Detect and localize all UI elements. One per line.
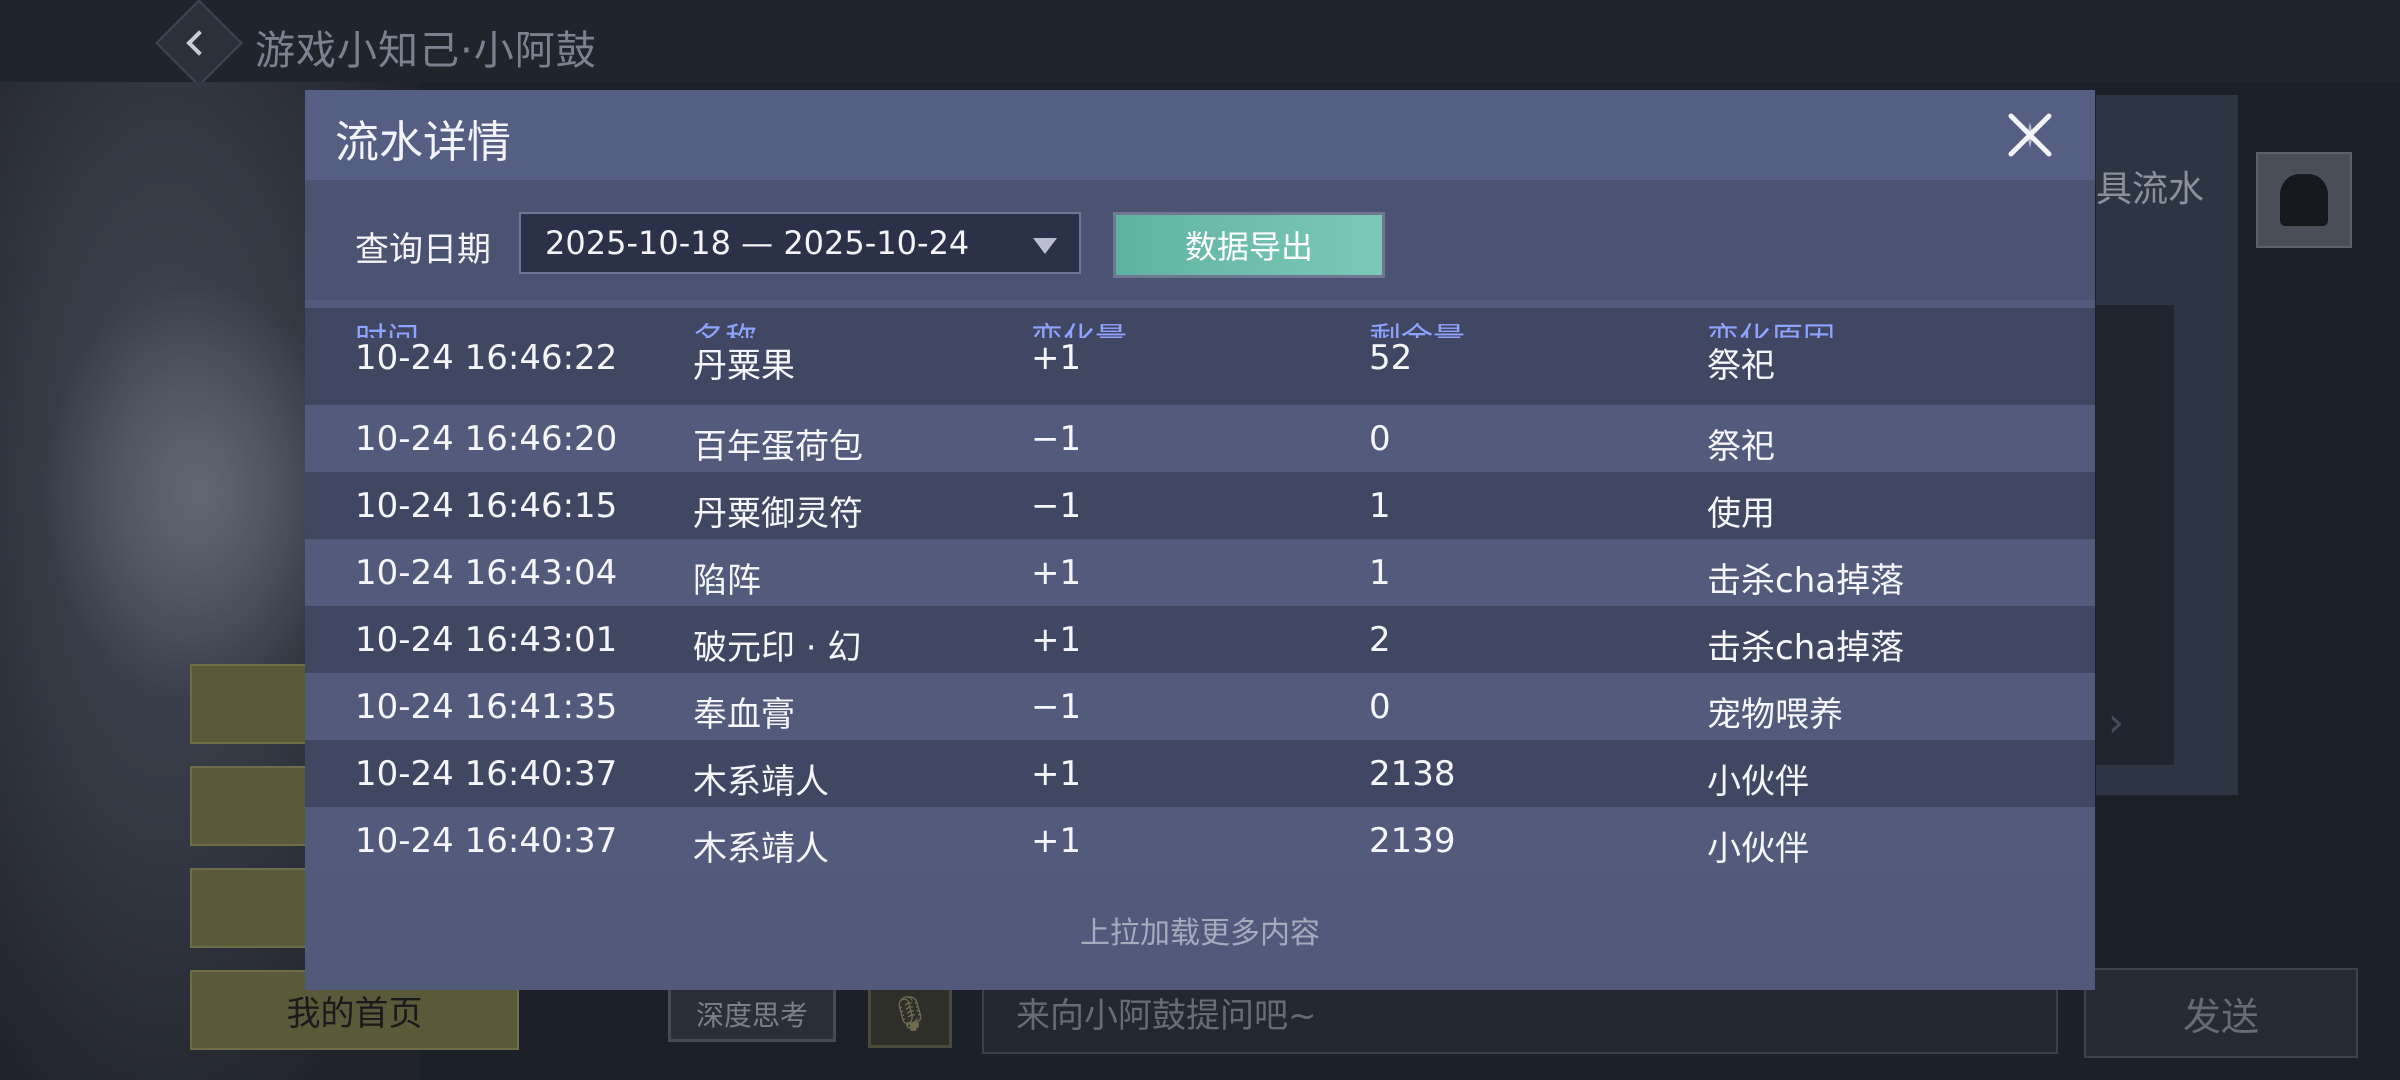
- deep-think-button[interactable]: 深度思考: [668, 986, 836, 1042]
- table-row: 10-24 16:46:20 百年蛋荷包 −1 0 祭祀: [305, 405, 2095, 472]
- table-row: 10-24 16:40:37 木系靖人 +1 2138 小伙伴: [305, 740, 2095, 807]
- modal-header: [305, 90, 2095, 180]
- table-row: 10-24 16:46:22 丹粟果 +1 52 祭祀: [305, 338, 2095, 405]
- right-panel-content: [2096, 305, 2174, 765]
- flow-detail-modal: 流水详情 查询日期 2025-10-18 — 2025-10-24 数据导出 时…: [305, 90, 2095, 990]
- tab-item-flow[interactable]: 具流水: [2096, 160, 2204, 212]
- dropdown-arrow-icon: [1033, 238, 1057, 254]
- table-row: 10-24 16:41:35 奉血膏 −1 0 宠物喂养: [305, 673, 2095, 740]
- microphone-button[interactable]: 🎙: [868, 980, 952, 1048]
- close-button[interactable]: [2005, 110, 2055, 160]
- date-label: 查询日期: [355, 230, 491, 270]
- flow-table: 时间 名称 变化量 剩余量 变化原因 10-24 16:46:22 丹粟果 +1…: [305, 308, 2095, 873]
- send-button[interactable]: 发送: [2084, 968, 2358, 1058]
- date-range-value: 2025-10-18 — 2025-10-24: [545, 224, 970, 262]
- app-title: 游戏小知己·小阿鼓: [255, 28, 597, 74]
- table-row: 10-24 16:46:15 丹粟御灵符 −1 1 使用: [305, 472, 2095, 539]
- table-row: 10-24 16:43:01 破元印 · 幻 +1 2 击杀cha掉落: [305, 606, 2095, 673]
- close-icon: [2008, 113, 2052, 157]
- avatar[interactable]: [2256, 152, 2352, 248]
- table-row: 10-24 16:40:37 木系靖人 +1 2139 小伙伴: [305, 807, 2095, 873]
- export-data-button[interactable]: 数据导出: [1113, 212, 1385, 278]
- chevron-right-icon[interactable]: ›: [2108, 700, 2124, 746]
- load-more-hint[interactable]: 上拉加载更多内容: [305, 908, 2095, 952]
- chevron-left-icon: [186, 30, 212, 56]
- date-range-select[interactable]: 2025-10-18 — 2025-10-24: [519, 212, 1081, 274]
- modal-title: 流水详情: [335, 117, 511, 168]
- cat-icon: [2280, 174, 2328, 226]
- table-row: 10-24 16:43:04 陷阵 +1 1 击杀cha掉落: [305, 539, 2095, 606]
- microphone-icon: 🎙: [888, 994, 932, 1034]
